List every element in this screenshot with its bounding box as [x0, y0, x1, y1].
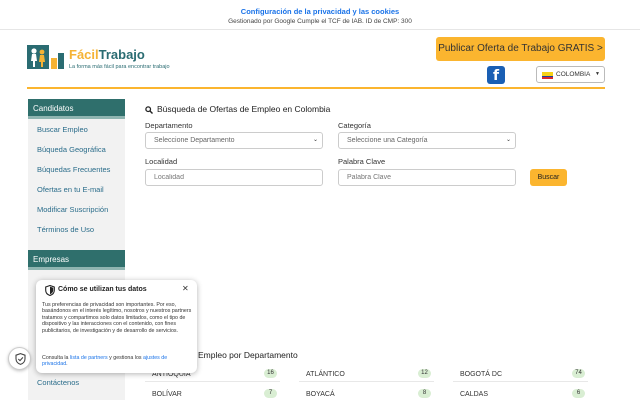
department-name: CALDAS: [460, 391, 489, 398]
shield-icon: [45, 285, 55, 296]
header-divider: [27, 87, 605, 89]
privacy-settings-button[interactable]: [8, 347, 31, 370]
chevron-down-icon: ⌄: [312, 137, 318, 143]
department-count-badge: 74: [572, 369, 585, 378]
sidebar-item-modificar-suscripcion[interactable]: Modificar Suscripción: [37, 205, 108, 214]
privacy-footer-prefix: Consulta la: [42, 355, 69, 361]
department-item[interactable]: ATLÁNTICO 12: [299, 369, 434, 382]
privacy-popup-footer: Consulta la lista de partners y gestiona…: [42, 355, 192, 368]
department-count-badge: 8: [418, 389, 431, 398]
privacy-popup-body: Tus preferencias de privacidad son impor…: [42, 302, 192, 334]
departamento-select-value: Seleccione Departamento: [154, 137, 235, 144]
departamento-select[interactable]: Seleccione Departamento ⌄: [145, 132, 323, 149]
department-name: BOGOTÁ DC: [460, 371, 503, 378]
department-item[interactable]: BOLÍVAR 7: [145, 389, 280, 400]
department-count-badge: 16: [264, 369, 277, 378]
consent-subtitle: Gestionado por Google Cumple el TCF de I…: [228, 18, 412, 25]
sidebar-heading-empresas: Empresas: [28, 250, 125, 270]
facebook-icon[interactable]: f: [487, 66, 505, 84]
logo-title: FácilTrabajo: [69, 47, 145, 62]
search-icon: [145, 106, 153, 114]
department-item[interactable]: BOYACÁ 8: [299, 389, 434, 400]
privacy-popup-title: Cómo se utilizan tus datos: [58, 286, 147, 293]
categoria-select-value: Seleccione una Categoría: [347, 137, 428, 144]
consent-banner: Configuración de la privacidad y las coo…: [0, 0, 640, 30]
department-item[interactable]: BOGOTÁ DC 74: [453, 369, 588, 382]
privacy-settings-link[interactable]: Configuración de la privacidad y las coo…: [0, 7, 640, 16]
department-count-badge: 7: [264, 389, 277, 398]
sidebar-item-contactenos[interactable]: Contáctenos: [37, 378, 79, 387]
sidebar-heading-candidatos: Candidatos: [28, 99, 125, 119]
logo-tagline: La forma más fácil para encontrar trabaj…: [69, 64, 170, 70]
logo-name-part1: Fácil: [69, 47, 99, 62]
departments-title: Empleo por Departamento: [198, 350, 298, 360]
search-title-text: Búsqueda de Ofertas de Empleo en Colombi…: [157, 104, 331, 114]
categoria-select[interactable]: Seleccione una Categoría ⌄: [338, 132, 516, 149]
sidebar-item-terminos-uso[interactable]: Términos de Uso: [37, 225, 94, 234]
sidebar-item-busqueda-geografica[interactable]: Búqueda Geográfica: [37, 145, 106, 154]
department-item[interactable]: CALDAS 6: [453, 389, 588, 400]
department-name: BOLÍVAR: [152, 391, 182, 398]
shield-check-icon: [15, 353, 26, 365]
chevron-down-icon: ▼: [595, 71, 600, 77]
localidad-input[interactable]: [145, 169, 323, 186]
sidebar-item-ofertas-email[interactable]: Ofertas en tu E-mail: [37, 185, 104, 194]
departamento-label: Departamento: [145, 121, 193, 130]
site-logo[interactable]: FácilTrabajo La forma más fácil para enc…: [27, 45, 177, 73]
country-select[interactable]: COLOMBIA ▼: [536, 66, 605, 83]
department-count-badge: 12: [418, 369, 431, 378]
chevron-down-icon: ⌄: [505, 137, 511, 143]
palabra-clave-label: Palabra Clave: [338, 157, 386, 166]
logo-people-icon: [27, 45, 64, 69]
country-select-value: COLOMBIA: [556, 71, 591, 78]
partners-list-link[interactable]: lista de partners: [70, 355, 108, 361]
logo-name-part2: Trabajo: [98, 47, 145, 62]
close-icon[interactable]: ✕: [182, 284, 189, 293]
department-name: ATLÁNTICO: [306, 371, 345, 378]
sidebar-item-buscar-empleo[interactable]: Buscar Empleo: [37, 125, 88, 134]
publish-job-button[interactable]: Publicar Oferta de Trabajo GRATIS >: [436, 37, 605, 61]
search-button[interactable]: Buscar: [530, 169, 567, 186]
categoria-label: Categoría: [338, 121, 371, 130]
search-title: Búsqueda de Ofertas de Empleo en Colombi…: [145, 104, 330, 114]
privacy-popup: Cómo se utilizan tus datos ✕ Tus prefere…: [36, 280, 197, 373]
colombia-flag-icon: [542, 72, 553, 79]
palabra-clave-input[interactable]: [338, 169, 516, 186]
department-name: BOYACÁ: [306, 391, 335, 398]
privacy-footer-middle: y gestiona los: [109, 355, 142, 361]
department-count-badge: 6: [572, 389, 585, 398]
localidad-label: Localidad: [145, 157, 178, 166]
sidebar-item-busquedas-frecuentes[interactable]: Búquedas Frecuentes: [37, 165, 110, 174]
privacy-footer-suffix: .: [66, 361, 68, 368]
